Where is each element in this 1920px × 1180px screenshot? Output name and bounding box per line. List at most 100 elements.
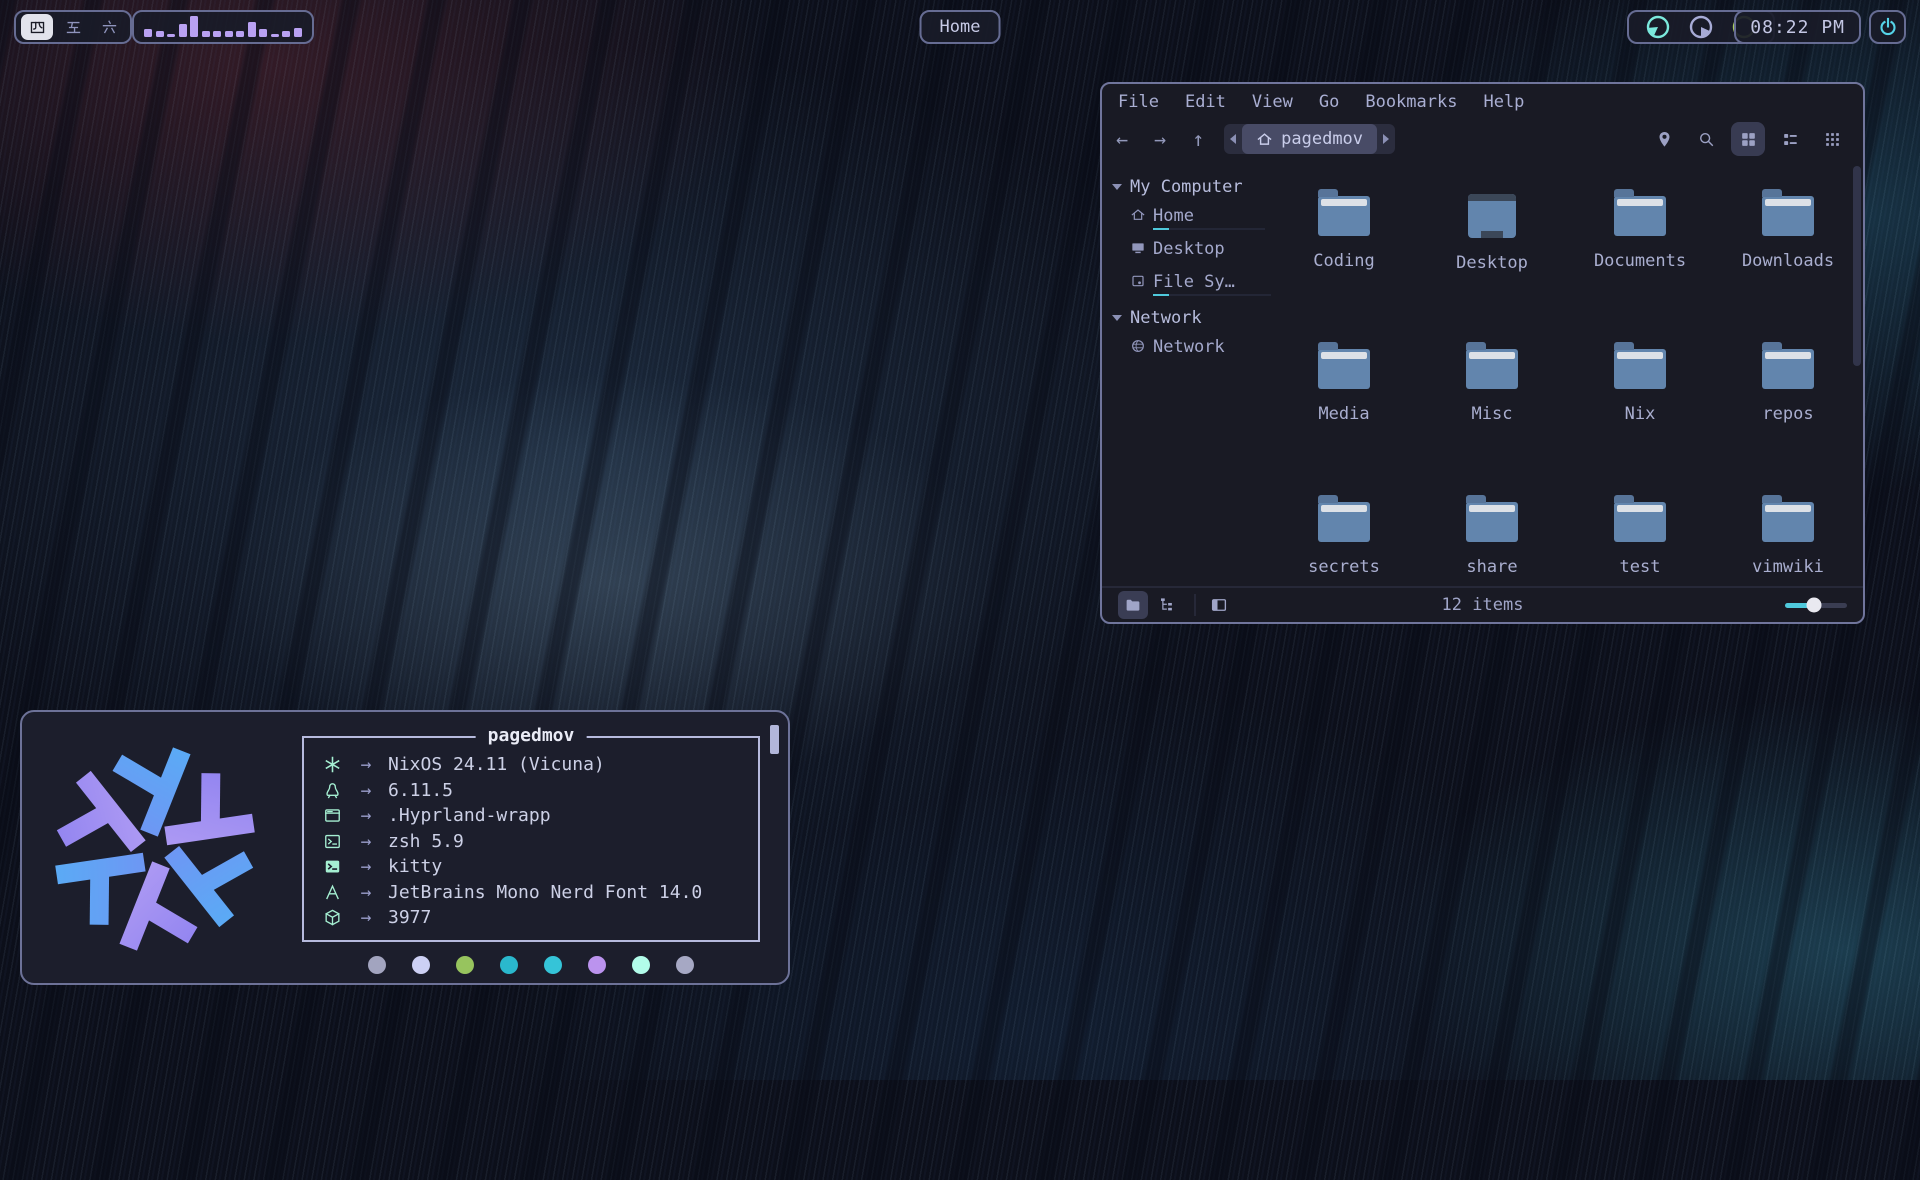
clock: 08:22 PM (1734, 10, 1861, 44)
ws-five-glyph (65, 19, 82, 36)
visualizer-bar (202, 31, 210, 37)
menu-bookmarks[interactable]: Bookmarks (1365, 92, 1457, 112)
menu-help[interactable]: Help (1483, 92, 1524, 112)
compact-view-icon (1823, 130, 1842, 149)
folder-item-media[interactable]: Media (1270, 339, 1418, 492)
workspace-4-active[interactable] (21, 14, 53, 40)
arrow-icon: → (344, 805, 388, 826)
status-bar: 12 items (1102, 586, 1863, 622)
folder-icon (1614, 196, 1666, 236)
fastfetch-value: 6.11.5 (388, 780, 453, 801)
visualizer-bar (271, 34, 279, 37)
palette-color-2 (412, 956, 430, 974)
visualizer-bar (213, 31, 221, 37)
show-tree-button[interactable] (1152, 591, 1182, 619)
menu-view[interactable]: View (1252, 92, 1293, 112)
folder-icon (1614, 349, 1666, 389)
active-window-title-pill[interactable]: Home (920, 10, 1001, 44)
gauge-ring-icon (1645, 14, 1671, 40)
folder-item-documents[interactable]: Documents (1566, 186, 1714, 339)
folder-item-misc[interactable]: Misc (1418, 339, 1566, 492)
sidebar-item-text: Desktop (1153, 235, 1225, 259)
search-button[interactable] (1689, 122, 1723, 156)
view-buttons (1647, 122, 1849, 156)
folder-label: secrets (1308, 557, 1380, 577)
path-segment-home[interactable]: pagedmov (1242, 124, 1377, 154)
folder-item-repos[interactable]: repos (1714, 339, 1862, 492)
sidebar-group: NetworkNetwork (1110, 303, 1270, 366)
terminal-scrollbar-thumb[interactable] (770, 725, 779, 754)
nav-arrows: ← → ↑ (1116, 127, 1204, 151)
scrollbar-thumb[interactable] (1853, 166, 1861, 366)
drive-icon (1130, 273, 1146, 289)
visualizer-bar (156, 31, 164, 37)
forward-button[interactable]: → (1154, 127, 1166, 151)
up-button[interactable]: ↑ (1192, 127, 1204, 151)
sidebar-item-label: Network (1153, 333, 1225, 357)
path-scroll-right-button[interactable] (1377, 134, 1395, 144)
sidebar-group-label: My Computer (1130, 177, 1243, 197)
list-view-button[interactable] (1773, 122, 1807, 156)
sidebar-item-network[interactable]: Network (1110, 333, 1270, 366)
home-icon (1130, 207, 1146, 223)
menu-edit[interactable]: Edit (1185, 92, 1226, 112)
wm-icon (320, 806, 344, 825)
sidebar-group-network[interactable]: Network (1110, 303, 1270, 333)
pin-button[interactable] (1647, 122, 1681, 156)
home-icon (1256, 131, 1273, 148)
terminal-icon (323, 857, 342, 876)
back-button[interactable]: ← (1116, 127, 1128, 151)
folder-item-coding[interactable]: Coding (1270, 186, 1418, 339)
show-places-button[interactable] (1118, 591, 1148, 619)
fastfetch-value: kitty (388, 856, 442, 877)
path-segment-label: pagedmov (1281, 129, 1363, 149)
places-folder-icon (1124, 596, 1142, 614)
drive-icon (1130, 273, 1146, 289)
workspace-switcher[interactable] (14, 10, 132, 44)
side-pane-icon (1210, 596, 1228, 614)
power-button[interactable] (1869, 10, 1906, 44)
items-count: 12 items (1442, 595, 1524, 615)
visualizer-bar (236, 31, 244, 37)
path-scroll-left-button[interactable] (1224, 134, 1242, 144)
folder-item-share[interactable]: share (1418, 492, 1566, 645)
folder-item-desktop[interactable]: Desktop (1418, 186, 1566, 339)
palette-color-1 (368, 956, 386, 974)
sidebar-item-filesy[interactable]: File Sy… (1110, 268, 1270, 301)
palette-color-6 (588, 956, 606, 974)
grid-view-button[interactable] (1731, 122, 1765, 156)
sidebar-item-label: File Sy… (1153, 268, 1271, 292)
folder-icon (1466, 502, 1518, 542)
folder-label: vimwiki (1752, 557, 1824, 577)
folder-item-test[interactable]: test (1566, 492, 1714, 645)
folder-item-vimwiki[interactable]: vimwiki (1714, 492, 1862, 645)
sidebar-group: My Computer Home Desktop File Sy… (1110, 172, 1270, 301)
desktop-icon (1130, 240, 1146, 256)
compact-view-button[interactable] (1815, 122, 1849, 156)
terminal-window: pagedmov →NixOS 24.11 (Vicuna)→6.11.5→.H… (20, 710, 790, 985)
sidebar-item-label: Home (1153, 202, 1265, 226)
visualizer-bar (282, 31, 290, 37)
folder-label: repos (1762, 404, 1813, 424)
folder-item-nix[interactable]: Nix (1566, 339, 1714, 492)
workspace-6[interactable] (93, 14, 125, 40)
active-window-title: Home (940, 17, 981, 37)
folder-item-secrets[interactable]: secrets (1270, 492, 1418, 645)
workspace-5[interactable] (57, 14, 89, 40)
menu-file[interactable]: File (1118, 92, 1159, 112)
toggle-side-pane-button[interactable] (1204, 591, 1234, 619)
network-icon (1130, 338, 1146, 354)
places-sidebar: My Computer Home Desktop File Sy… NetworkNet… (1102, 162, 1270, 586)
menu-go[interactable]: Go (1319, 92, 1339, 112)
folder-view: CodingDesktopDocumentsDownloads MediaMisc… (1270, 162, 1863, 586)
visualizer-bar (259, 29, 267, 37)
icon-zoom-knob[interactable] (1806, 598, 1821, 613)
arrow-icon: → (344, 882, 388, 903)
sidebar-group-my-computer[interactable]: My Computer (1110, 172, 1270, 202)
sidebar-item-home[interactable]: Home (1110, 202, 1270, 235)
sidebar-item-desktop[interactable]: Desktop (1110, 235, 1270, 268)
folder-item-downloads[interactable]: Downloads (1714, 186, 1862, 339)
icon-zoom-slider[interactable] (1785, 603, 1847, 608)
folder-label: Nix (1625, 404, 1656, 424)
visualizer-bar (179, 24, 187, 37)
